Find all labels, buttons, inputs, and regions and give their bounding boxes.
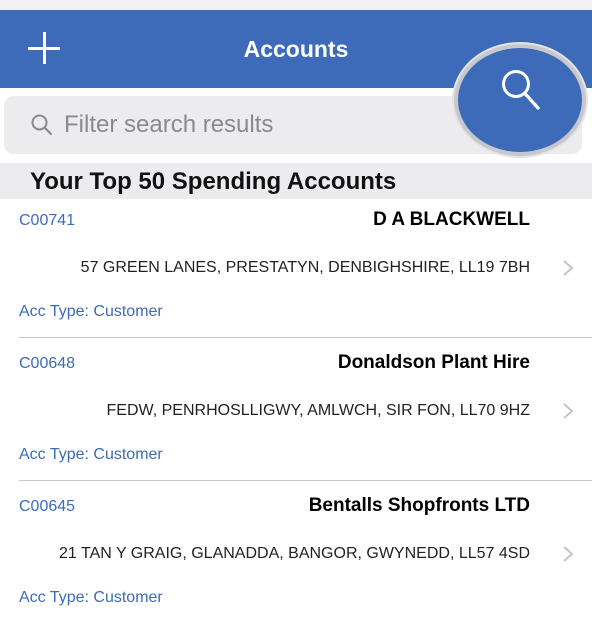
search-button[interactable] <box>454 44 586 156</box>
chevron-right-icon <box>563 546 574 562</box>
account-code: C00741 <box>19 212 76 229</box>
account-address: 21 TAN Y GRAIG, GLANADDA, BANGOR, GWYNED… <box>59 545 530 562</box>
account-name: Donaldson Plant Hire <box>337 352 530 373</box>
magnifier-icon <box>502 70 540 110</box>
list-item[interactable]: C00741 D A BLACKWELL 57 GREEN LANES, PRE… <box>0 199 592 342</box>
row-divider <box>19 480 592 481</box>
accounts-list: C00741 D A BLACKWELL 57 GREEN LANES, PRE… <box>0 199 592 628</box>
account-address: 57 GREEN LANES, PRESTATYN, DENBIGHSHIRE,… <box>80 259 530 276</box>
account-code: C00645 <box>19 498 76 515</box>
account-type: Acc Type: Customer <box>19 303 163 320</box>
list-item[interactable]: C00648 Donaldson Plant Hire FEDW, PENRHO… <box>0 342 592 485</box>
account-name: D A BLACKWELL <box>373 209 530 230</box>
section-header: Your Top 50 Spending Accounts <box>0 163 592 199</box>
search-input[interactable] <box>62 104 466 146</box>
account-code: C00648 <box>19 355 76 372</box>
row-divider <box>19 337 592 338</box>
list-item[interactable]: C00645 Bentalls Shopfronts LTD 21 TAN Y … <box>0 485 592 628</box>
search-icon <box>31 114 53 136</box>
account-type: Acc Type: Customer <box>19 446 163 463</box>
account-type: Acc Type: Customer <box>19 589 163 606</box>
account-address: FEDW, PENRHOSLLIGWY, AMLWCH, SIR FON, LL… <box>106 402 531 419</box>
chevron-right-icon <box>563 403 574 419</box>
status-strip <box>0 0 592 10</box>
account-name: Bentalls Shopfronts LTD <box>308 495 530 516</box>
chevron-right-icon <box>563 260 574 276</box>
